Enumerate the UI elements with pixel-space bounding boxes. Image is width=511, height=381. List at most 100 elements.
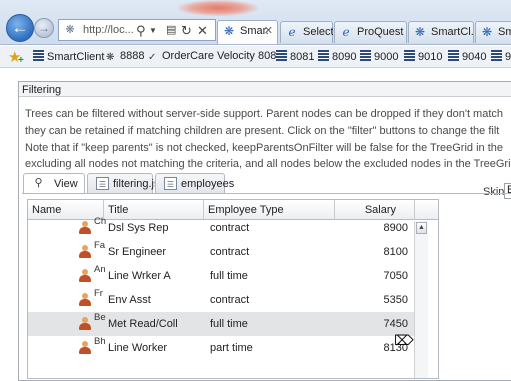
employee-title: Line Worker — [108, 342, 168, 354]
tab-label: SmartCl... — [431, 26, 473, 38]
employee-title: Sr Engineer — [108, 246, 167, 258]
panel-header: Filtering — [19, 82, 511, 97]
stop-icon[interactable]: ✕ — [197, 23, 208, 39]
employee-name: Be Ro — [94, 312, 106, 323]
table-row[interactable]: Ch Go Dsl Sys Rep contract 8900 — [28, 216, 414, 240]
tab-label: SelectIt... — [303, 26, 333, 38]
swirl-icon: ❋ — [106, 52, 115, 63]
site-icon — [360, 50, 371, 61]
back-button[interactable]: ← — [6, 14, 34, 42]
browser-tab[interactable]: ℯ ProQuest — [334, 21, 407, 43]
employee-salary: 8900 — [383, 222, 408, 234]
tab-label: Sma... — [498, 26, 511, 38]
favorite-label: 8081 — [290, 51, 315, 63]
favorite-link[interactable]: 8090 — [318, 50, 356, 63]
employee-name: Fa Ba — [94, 240, 106, 251]
tab-filtering-js[interactable]: ☰ filtering.js — [87, 173, 159, 193]
browser-tab[interactable]: ℯ SelectIt... — [280, 21, 333, 43]
chevron-down-icon[interactable]: ▼ — [149, 26, 157, 35]
table-row[interactable]: Fr Be Env Asst contract 5350 — [28, 288, 414, 312]
favorite-label: SmartClient — [47, 51, 105, 63]
employee-salary: 5350 — [383, 294, 408, 306]
person-icon — [79, 245, 91, 258]
employee-title: Met Read/Coll — [108, 318, 178, 330]
add-favorite-icon: + — [18, 55, 24, 66]
site-icon — [491, 50, 502, 61]
favorite-link[interactable]: 9 — [491, 50, 511, 63]
decorative-blob — [178, 0, 258, 16]
search-icon: ⚲ — [34, 177, 43, 189]
tab-label: ProQuest — [357, 26, 404, 38]
favorite-label: 8090 — [332, 51, 357, 63]
favorite-link[interactable]: 9040 — [448, 50, 486, 63]
close-tab-icon[interactable]: ✕ — [264, 24, 273, 37]
favorite-link[interactable]: SmartClient — [33, 50, 104, 63]
description-line: excluding all nodes not matching the cri… — [25, 158, 511, 171]
person-icon — [79, 341, 91, 354]
panel-title: Filtering — [22, 84, 62, 96]
employee-title: Dsl Sys Rep — [108, 222, 169, 234]
favorite-label: 9040 — [462, 51, 487, 63]
employee-salary: 8100 — [383, 246, 408, 258]
favorite-label: 9 — [505, 51, 511, 63]
site-icon — [33, 50, 44, 61]
column-header-spacer — [415, 200, 438, 220]
site-icon — [448, 50, 459, 61]
person-icon — [79, 221, 91, 234]
employee-title: Env Asst — [108, 294, 151, 306]
table-row[interactable]: Bh Sa Line Worker part time 8130 — [28, 336, 414, 360]
page-favicon-icon: ❋ — [65, 24, 75, 36]
employee-name: Bh Sa — [94, 336, 106, 347]
table-row[interactable]: An Jo Line Wrker A full time 7050 — [28, 264, 414, 288]
favorite-link[interactable]: 9000 — [360, 50, 398, 63]
employee-name: Fr Be — [94, 288, 106, 299]
favorite-label: 9000 — [374, 51, 399, 63]
tab-label: employees — [181, 178, 235, 190]
employee-name: Ch Go — [94, 216, 106, 227]
employee-name: An Jo — [94, 264, 106, 275]
person-icon — [79, 269, 91, 282]
page-favicon-icon: ❋ — [481, 25, 493, 39]
favorite-link[interactable]: ❋ 8888 — [106, 50, 144, 63]
ie-icon: ℯ — [342, 25, 350, 39]
description-line: Note that if "keep parents" is not check… — [25, 141, 503, 154]
vertical-scrollbar[interactable]: ▲ — [414, 221, 428, 378]
favorite-label: 9010 — [418, 51, 443, 63]
favorite-link[interactable]: 8081 — [276, 50, 314, 63]
tab-view[interactable]: ⚲ View — [23, 173, 85, 194]
employee-salary: 7050 — [383, 270, 408, 282]
site-icon — [318, 50, 329, 61]
favorite-link[interactable]: 9010 — [404, 50, 442, 63]
favorite-link[interactable]: ✓ OrderCare Velocity 8080 — [148, 50, 282, 63]
favorite-label: OrderCare Velocity 8080 — [162, 50, 283, 62]
view-area: Name Title Employee Type Salary Ch Go Ds… — [22, 193, 511, 381]
description-line: Trees can be filtered without server-sid… — [25, 108, 504, 120]
search-icon[interactable]: ⚲ — [136, 23, 146, 39]
site-icon — [404, 50, 415, 61]
forward-button[interactable]: → — [34, 18, 54, 38]
page-favicon-icon: ❋ — [414, 25, 426, 39]
table-row[interactable]: Fa Ba Sr Engineer contract 8100 — [28, 240, 414, 264]
page-favicon-icon: ❋ — [223, 24, 235, 38]
description-text: Trees can be filtered without server-sid… — [25, 106, 511, 173]
browser-tab[interactable]: ❋ Sma... — [475, 21, 511, 43]
tab-employees[interactable]: ☰ employees — [155, 173, 234, 193]
refresh-icon[interactable]: ↻ — [181, 23, 192, 39]
filtering-panel: Filtering Trees can be filtered without … — [18, 81, 511, 381]
tree-grid: Name Title Employee Type Salary Ch Go Ds… — [27, 199, 439, 379]
address-text: http://loc... — [83, 24, 134, 36]
document-icon: ☰ — [164, 177, 177, 190]
browser-tab-active[interactable]: ❋ Smar... ✕ — [217, 20, 278, 44]
browser-toolbar: ← → ❋ http://loc... ⚲ ▼ ▤ ↻ ✕ ❋ Smar... … — [0, 0, 511, 45]
page-content: Filtering Trees can be filtered without … — [0, 69, 511, 381]
tab-label: View — [54, 178, 78, 190]
text-cursor-icon: ⌦ — [394, 332, 414, 348]
compatibility-view-icon[interactable]: ▤ — [166, 23, 176, 36]
browser-tab[interactable]: ❋ SmartCl... — [408, 21, 474, 43]
scroll-up-icon[interactable]: ▲ — [416, 222, 427, 234]
document-icon: ☰ — [96, 177, 109, 190]
table-row-selected[interactable]: Be Ro Met Read/Coll full time 7450 — [28, 312, 414, 336]
ie-icon: ℯ — [288, 25, 296, 39]
employee-title: Line Wrker A — [108, 270, 171, 282]
tab-label: filtering.js — [113, 178, 160, 190]
